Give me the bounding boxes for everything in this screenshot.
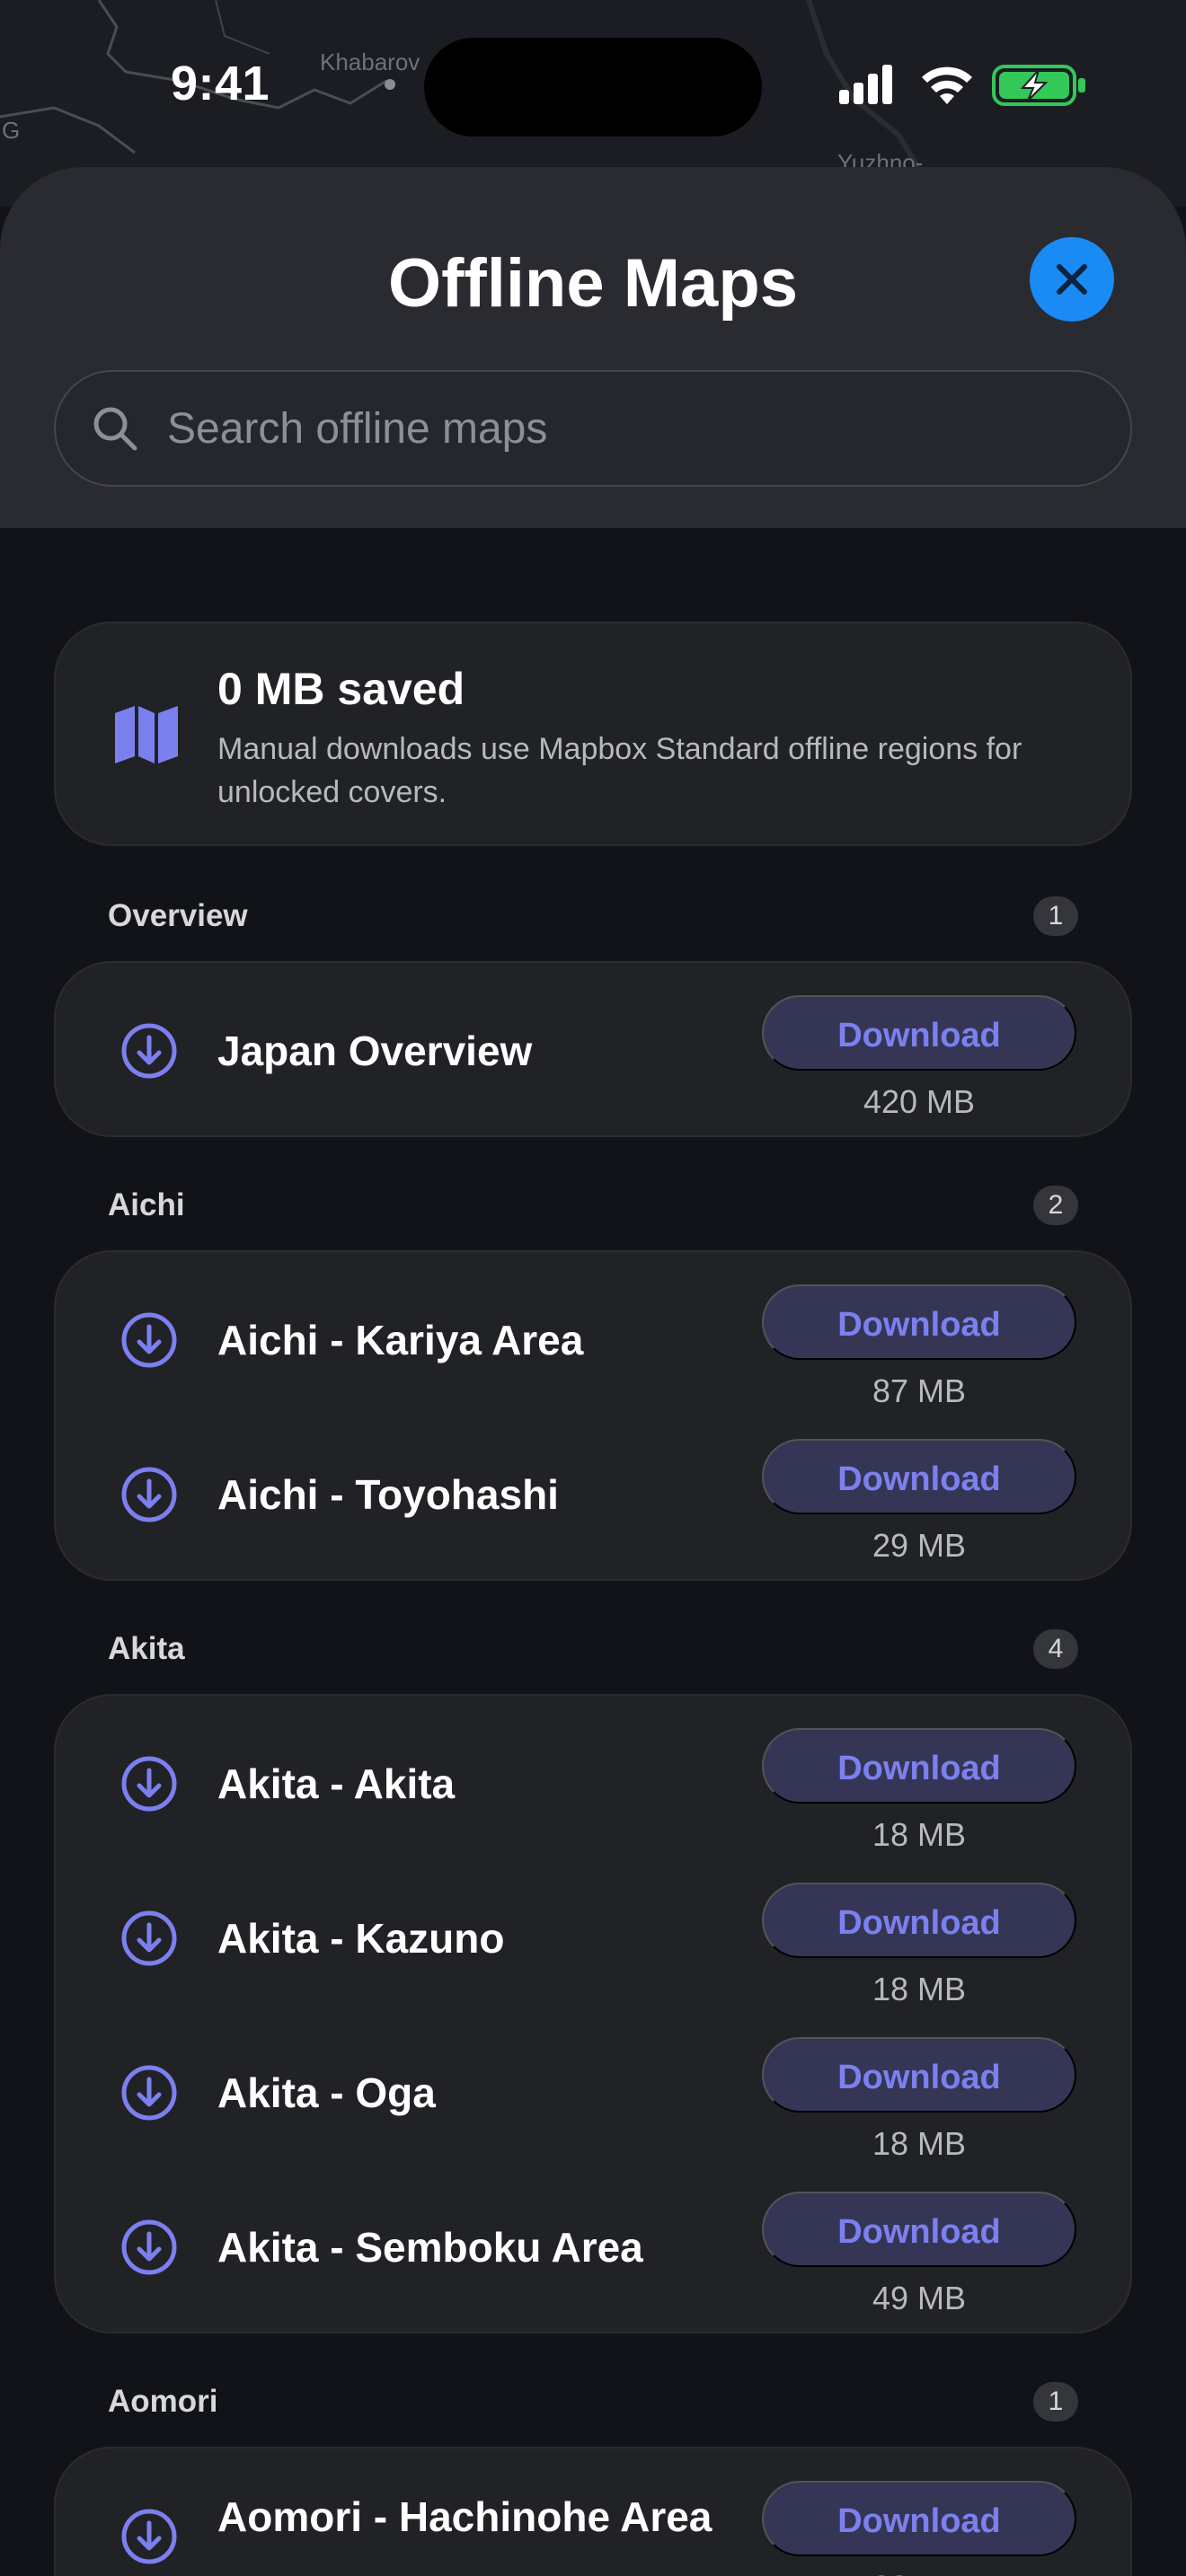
download-button[interactable]: Download xyxy=(762,1883,1076,1958)
section-title: Aichi xyxy=(108,1187,185,1222)
section-header-aichi: Aichi 2 xyxy=(108,1184,1078,1229)
section-title: Akita xyxy=(108,1631,185,1666)
section-count-badge: 1 xyxy=(1033,896,1078,936)
storage-description: Manual downloads use Mapbox Standard off… xyxy=(217,732,1022,809)
download-button[interactable]: Download xyxy=(762,1439,1076,1514)
list-item: Akita - Akita Download 18 MB xyxy=(56,1705,1134,1859)
region-name: Akita - Akita xyxy=(217,1760,456,1807)
region-name: Akita - Semboku Area xyxy=(217,2224,643,2271)
download-button[interactable]: Download xyxy=(762,2481,1076,2556)
region-name: Akita - Oga xyxy=(217,2069,436,2116)
section-card-akita: Akita - Akita Download 18 MB Akita - Kaz… xyxy=(54,1694,1132,2333)
status-bar: 9:41 xyxy=(0,0,1186,171)
section-header-akita: Akita 4 xyxy=(108,1628,1078,1672)
region-name: Aichi - Toyohashi xyxy=(217,1471,559,1518)
download-circle-icon xyxy=(121,2509,177,2564)
region-size: 33 MB xyxy=(762,2569,1076,2576)
download-button[interactable]: Download xyxy=(762,995,1076,1071)
status-time: 9:41 xyxy=(171,57,270,110)
section-header-overview: Overview 1 xyxy=(108,895,1078,940)
list-item: Akita - Oga Download 18 MB xyxy=(56,2014,1134,2168)
section-count-badge: 4 xyxy=(1033,1629,1078,1669)
list-item: Akita - Kazuno Download 18 MB xyxy=(56,1859,1134,2014)
list-item: Aichi - Toyohashi Download 29 MB xyxy=(56,1416,1134,1570)
section-count-badge: 2 xyxy=(1033,1186,1078,1225)
region-size: 420 MB xyxy=(863,1083,976,1120)
section-header-aomori: Aomori 1 xyxy=(108,2380,1078,2425)
map-icon xyxy=(113,704,180,770)
section-card-overview: Japan Overview Download 420 MB xyxy=(54,961,1132,1137)
cellular-signal-icon xyxy=(839,65,892,104)
page-title: Offline Maps xyxy=(387,245,799,322)
download-circle-icon xyxy=(121,1756,177,1812)
region-name: Aomori - Hachinohe Area xyxy=(217,2493,712,2540)
wifi-icon xyxy=(922,66,972,104)
list-item: Japan Overview Download 420 MB xyxy=(56,972,1134,1126)
region-size: 87 MB xyxy=(872,1372,967,1409)
region-name: Japan Overview xyxy=(217,1028,533,1074)
search-bar[interactable] xyxy=(54,370,1132,487)
status-icons xyxy=(839,63,1100,108)
battery-charging-icon xyxy=(992,65,1085,106)
region-size: 29 MB xyxy=(872,1527,967,1564)
download-circle-icon xyxy=(121,1467,177,1522)
section-title: Overview xyxy=(108,898,248,933)
section-title: Aomori xyxy=(108,2384,218,2419)
storage-summary-card: 0 MB saved Manual downloads use Mapbox S… xyxy=(54,622,1132,846)
download-circle-icon xyxy=(121,1023,177,1079)
region-size: 49 MB xyxy=(872,2280,967,2316)
app-root: Khabarov Yuzhno- G 9:41 Offline Maps Sea… xyxy=(0,0,1186,2576)
download-circle-icon xyxy=(121,1312,177,1368)
region-size: 18 MB xyxy=(872,2125,967,2162)
list-item: Aichi - Kariya Area Download 87 MB xyxy=(56,1261,1134,1416)
section-card-aomori: Aomori - Hachinohe Area Download 33 MB xyxy=(54,2447,1132,2576)
download-button[interactable]: Download xyxy=(762,1284,1076,1360)
region-size: 18 MB xyxy=(872,1971,967,2007)
section-count-badge: 1 xyxy=(1033,2382,1078,2422)
download-button[interactable]: Download xyxy=(762,2037,1076,2113)
region-name: Akita - Kazuno xyxy=(217,1915,505,1962)
search-input[interactable] xyxy=(165,402,1130,454)
section-card-aichi: Aichi - Kariya Area Download 87 MB Aichi… xyxy=(54,1250,1132,1581)
download-button[interactable]: Download xyxy=(762,2192,1076,2267)
list-item: Akita - Semboku Area Download 49 MB xyxy=(56,2168,1134,2323)
storage-saved-title: 0 MB saved xyxy=(217,664,465,714)
close-x-icon xyxy=(1057,264,1087,295)
offline-maps-list[interactable]: 0 MB saved Manual downloads use Mapbox S… xyxy=(0,528,1186,2576)
download-circle-icon xyxy=(121,1910,177,1966)
search-icon xyxy=(90,403,140,454)
close-button[interactable] xyxy=(1030,237,1114,322)
download-button[interactable]: Download xyxy=(762,1728,1076,1804)
sheet-header: Offline Maps xyxy=(0,167,1186,528)
region-size: 18 MB xyxy=(872,1816,967,1853)
list-item: Aomori - Hachinohe Area Download 33 MB xyxy=(56,2457,1134,2576)
region-name: Aichi - Kariya Area xyxy=(217,1317,584,1363)
dynamic-island xyxy=(424,38,762,137)
download-circle-icon xyxy=(121,2065,177,2121)
download-circle-icon xyxy=(121,2219,177,2275)
